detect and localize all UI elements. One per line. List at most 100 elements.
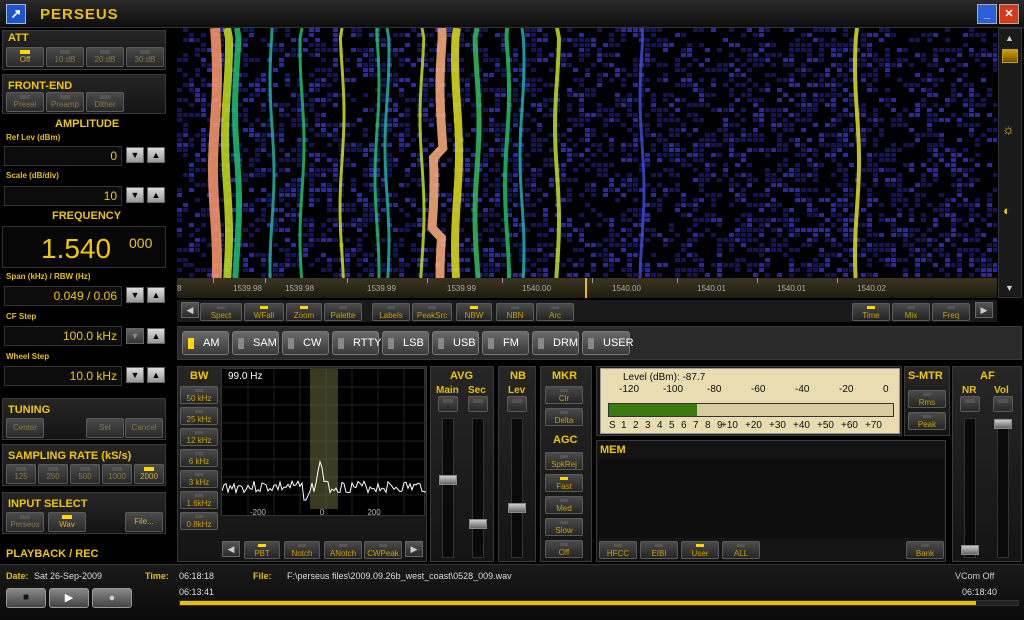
ref-level-field[interactable]: 0	[4, 146, 122, 166]
smtr-rms-button[interactable]: Rms	[908, 390, 946, 408]
stop-button[interactable]: ■	[6, 588, 46, 608]
toolbar-nbw-button[interactable]: NBW	[456, 303, 492, 321]
filter-cwpeak-button[interactable]: CWPeak	[364, 541, 402, 559]
sampling-250-button[interactable]: 250	[38, 464, 68, 484]
preamp-button[interactable]: Preamp	[46, 92, 84, 112]
mem-all-button[interactable]: ALL	[722, 541, 760, 559]
bw-50-khz-button[interactable]: 50 kHz	[180, 386, 218, 404]
toolbar-mix-button[interactable]: Mix	[892, 303, 930, 321]
att-off-button[interactable]: Off	[6, 47, 44, 67]
minimize-button[interactable]: _	[977, 4, 997, 24]
toolbar-right-arrow[interactable]: ▶	[975, 302, 993, 318]
scroll-up-icon[interactable]: ▲	[1005, 33, 1014, 43]
nr-toggle[interactable]	[960, 396, 980, 412]
tuning-set-button[interactable]: Set	[86, 418, 124, 438]
att-20-db-button[interactable]: 20 dB	[86, 47, 124, 67]
nb-level-slider[interactable]	[508, 418, 526, 558]
sampling-2000-button[interactable]: 2000	[134, 464, 164, 484]
nr-slider[interactable]	[961, 418, 979, 558]
input-wav-button[interactable]: Wav	[48, 512, 86, 532]
wheel-step-field[interactable]: 10.0 kHz	[4, 366, 122, 386]
avg-sec-knob[interactable]	[469, 519, 487, 529]
mem-bank-button[interactable]: Bank	[906, 541, 944, 559]
ref-level-down-button[interactable]: ▼	[126, 147, 144, 163]
input-perseus-button[interactable]: Perseus	[6, 512, 44, 532]
toolbar-arc-button[interactable]: Arc	[536, 303, 574, 321]
mode-fm-button[interactable]: FM	[482, 331, 529, 355]
brightness-icon[interactable]: ☼	[1002, 121, 1015, 137]
span-down-button[interactable]: ▼	[126, 287, 144, 303]
filter-anotch-button[interactable]: ANotch	[324, 541, 362, 559]
span-field[interactable]: 0.049 / 0.06	[4, 286, 122, 306]
toolbar-peaksrc-button[interactable]: PeakSrc	[412, 303, 452, 321]
mem-list[interactable]	[598, 458, 944, 538]
filter-left-arrow[interactable]: ◀	[222, 541, 240, 557]
avg-sec-toggle[interactable]	[468, 396, 488, 412]
mkr-delta-button[interactable]: Delta	[545, 408, 583, 426]
toolbar-spect-button[interactable]: Spect	[200, 303, 242, 321]
smtr-peak-button[interactable]: Peak	[908, 412, 946, 430]
filter-display[interactable]: -200 0 200 99.0 Hz	[221, 368, 427, 517]
frequency-display[interactable]: 1.540 000	[2, 226, 166, 268]
bw-3-khz-button[interactable]: 3 kHz	[180, 470, 218, 488]
mem-hfcc-button[interactable]: HFCC	[599, 541, 637, 559]
tuning-center-button[interactable]: Center	[6, 418, 44, 438]
agc-med-button[interactable]: Med	[545, 496, 583, 514]
mkr-clr-button[interactable]: Clr	[545, 386, 583, 404]
cf-step-field[interactable]: 100.0 kHz	[4, 326, 122, 346]
nb-level-knob[interactable]	[508, 503, 526, 513]
filter-pbt-button[interactable]: PBT	[244, 541, 280, 559]
close-button[interactable]: ✕	[999, 4, 1019, 24]
mem-user-button[interactable]: User	[681, 541, 719, 559]
ref-level-up-button[interactable]: ▲	[147, 147, 165, 163]
vol-toggle[interactable]	[993, 396, 1013, 412]
avg-main-knob[interactable]	[439, 475, 457, 485]
vol-slider[interactable]	[994, 418, 1012, 558]
mode-drm-button[interactable]: DRM	[532, 331, 579, 355]
avg-sec-slider[interactable]	[469, 418, 487, 558]
nr-knob[interactable]	[961, 545, 979, 555]
vol-knob[interactable]	[994, 419, 1012, 429]
toolbar-left-arrow[interactable]: ◀	[181, 302, 199, 318]
filter-right-arrow[interactable]: ▶	[405, 541, 423, 557]
bw-12-khz-button[interactable]: 12 kHz	[180, 428, 218, 446]
avg-main-toggle[interactable]	[438, 396, 458, 412]
sampling-125-button[interactable]: 125	[6, 464, 36, 484]
att-10-db-button[interactable]: 10 dB	[46, 47, 84, 67]
avg-main-slider[interactable]	[439, 418, 457, 558]
mode-cw-button[interactable]: CW	[282, 331, 329, 355]
tuning-cancel-button[interactable]: Cancel	[125, 418, 163, 438]
scroll-down-icon[interactable]: ▼	[1005, 283, 1014, 293]
mode-lsb-button[interactable]: LSB	[382, 331, 429, 355]
waterfall-display[interactable]	[177, 27, 998, 279]
cf-step-down-button[interactable]: ▼	[126, 328, 144, 344]
sampling-500-button[interactable]: 500	[70, 464, 100, 484]
contrast-slider-handle[interactable]	[1002, 49, 1018, 63]
mode-user-button[interactable]: USER	[582, 331, 634, 355]
toolbar-time-button[interactable]: Time	[852, 303, 890, 321]
file-button[interactable]: File...	[125, 512, 163, 532]
sampling-1000-button[interactable]: 1000	[102, 464, 132, 484]
mode-am-button[interactable]: AM	[182, 331, 229, 355]
agc-spkrej-button[interactable]: SpkRej	[545, 452, 583, 470]
agc-fast-button[interactable]: Fast	[545, 474, 583, 492]
toolbar-freq-button[interactable]: Freq	[932, 303, 970, 321]
wheel-step-down-button[interactable]: ▼	[126, 367, 144, 383]
bw-1-6khz-button[interactable]: 1.6kHz	[180, 491, 218, 509]
agc-slow-button[interactable]: Slow	[545, 518, 583, 536]
playback-progress-track[interactable]	[179, 600, 1019, 606]
cf-step-up-button[interactable]: ▲	[147, 328, 165, 344]
nb-toggle[interactable]	[507, 396, 527, 412]
dither-button[interactable]: Dither	[86, 92, 124, 112]
play-button[interactable]: ▶	[49, 588, 89, 608]
contrast-icon[interactable]: ◐	[1003, 203, 1011, 218]
agc-off-button[interactable]: Off	[545, 540, 583, 558]
toolbar-labels-button[interactable]: Labels	[372, 303, 410, 321]
scale-down-button[interactable]: ▼	[126, 187, 144, 203]
mode-usb-button[interactable]: USB	[432, 331, 479, 355]
scale-field[interactable]: 10	[4, 186, 122, 206]
toolbar-palette-button[interactable]: Palette	[324, 303, 362, 321]
presel-button[interactable]: Presel	[6, 92, 44, 112]
att-30-db-button[interactable]: 30 dB	[126, 47, 164, 67]
wheel-step-up-button[interactable]: ▲	[147, 367, 165, 383]
